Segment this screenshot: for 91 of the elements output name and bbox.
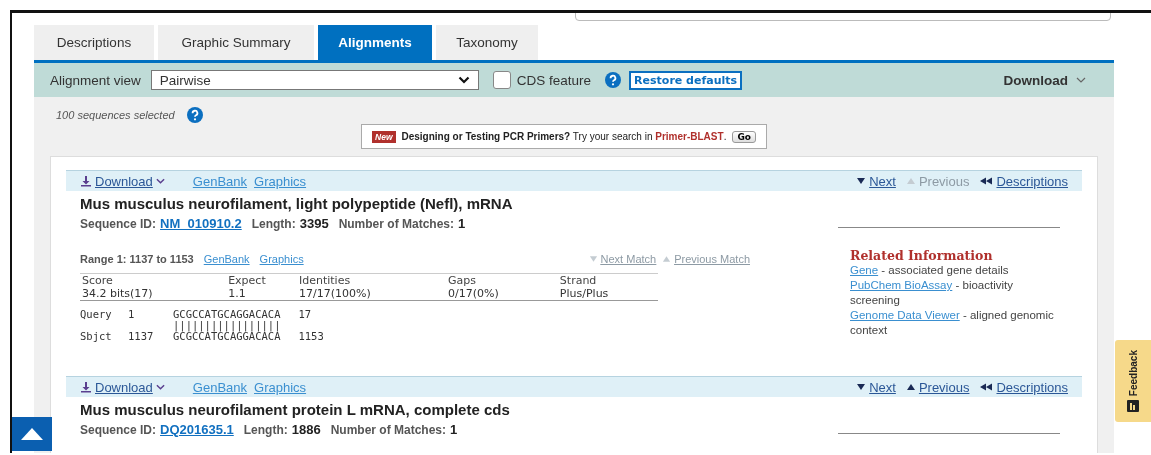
- stat-header: Score: [80, 273, 227, 287]
- help-icon: [186, 107, 203, 123]
- field-label: Sequence ID:: [80, 422, 157, 437]
- sequence-id-link[interactable]: NM_010910.2: [160, 216, 242, 231]
- next-link[interactable]: Next: [869, 173, 896, 189]
- checkbox[interactable]: [492, 71, 511, 89]
- position-number: 1137: [128, 331, 155, 342]
- stat-header: Strand: [557, 273, 658, 287]
- download-link[interactable]: Download: [80, 173, 165, 189]
- down-triangle-icon: [856, 383, 867, 391]
- stat-value: 0/17(0%): [446, 287, 558, 301]
- feedback-label: Feedback: [1127, 349, 1139, 397]
- field-label: Length:: [243, 422, 288, 437]
- down-triangle-icon: [856, 177, 867, 185]
- restore-defaults-button[interactable]: Restore defaults: [629, 70, 743, 90]
- range-label: Range 1: 1137 to 1153: [80, 253, 194, 265]
- sequence-text: GCGCCATGCAGGACACA: [173, 331, 281, 342]
- selection-count: 100 sequences selected: [56, 109, 175, 121]
- stat-value: 34.2 bits(17): [80, 287, 227, 301]
- download-icon: [80, 381, 92, 393]
- alignment-view-select[interactable]: Pairwise: [150, 70, 479, 90]
- go-button[interactable]: Go: [732, 130, 756, 143]
- related-link[interactable]: Gene: [850, 264, 879, 276]
- back-arrow-icon: [979, 177, 994, 185]
- sequence-title: Mus musculus neurofilament, light polypeptide (Nefl), mRNA: [80, 195, 514, 212]
- tab[interactable]: Descriptions: [34, 25, 154, 60]
- genbank-link[interactable]: GenBank: [192, 173, 248, 189]
- previous-match-link[interactable]: Previous Match: [674, 253, 750, 265]
- back-to-top-button[interactable]: [12, 417, 52, 451]
- up-triangle-icon: [905, 177, 916, 185]
- field-label: Alignment view: [50, 72, 141, 88]
- download-menu[interactable]: Download: [1003, 72, 1086, 88]
- new-badge: New: [372, 130, 396, 143]
- descriptions-link[interactable]: Descriptions: [996, 379, 1068, 395]
- feedback-icon: [1127, 400, 1139, 413]
- tab[interactable]: Taxonomy: [436, 25, 538, 60]
- download-link[interactable]: Download: [80, 379, 165, 395]
- up-triangle-icon: [662, 255, 672, 263]
- field-label: Length:: [251, 216, 296, 231]
- field-label: Number of Matches:: [338, 216, 454, 231]
- related-title: Related Information: [850, 248, 994, 263]
- graphics-link[interactable]: Graphics: [254, 379, 307, 395]
- up-arrow-icon: [20, 427, 44, 441]
- checkbox-label: CDS feature: [516, 72, 592, 88]
- related-link[interactable]: PubChem BioAssay: [850, 279, 953, 291]
- genbank-link[interactable]: GenBank: [192, 379, 248, 395]
- promo-text: Designing or Testing PCR Primers? Try your search in Primer-BLAST.: [401, 131, 727, 142]
- field-label: Number of Matches:: [330, 422, 447, 437]
- related-link[interactable]: Genome Data Viewer: [850, 309, 960, 321]
- stat-header: Identities: [296, 273, 447, 287]
- next-link[interactable]: Next: [869, 379, 896, 395]
- feedback-tab[interactable]: Feedback: [1115, 340, 1151, 422]
- related-entry: PubChem BioAssay - bioactivity screening: [850, 278, 1014, 308]
- genbank-link[interactable]: GenBank: [203, 253, 250, 265]
- position-number: 1: [128, 309, 136, 320]
- length-value: 1886: [291, 422, 321, 437]
- stat-value: 17/17(100%): [296, 287, 447, 301]
- tab[interactable]: Alignments: [318, 25, 432, 60]
- down-triangle-icon: [588, 255, 598, 263]
- stat-value: 1.1: [226, 287, 297, 301]
- position-number: 17: [298, 309, 312, 320]
- length-value: 3395: [299, 216, 329, 231]
- previous-link[interactable]: Previous: [918, 379, 970, 395]
- chevron-icon: [457, 76, 470, 84]
- descriptions-link[interactable]: Descriptions: [996, 173, 1068, 189]
- up-triangle-icon: [905, 383, 916, 391]
- stat-value: Plus/Plus: [557, 287, 658, 301]
- chevron-icon: [155, 384, 165, 390]
- stat-header: Expect: [226, 273, 297, 287]
- sequence-text: GCGCCATGCAGGACACA: [173, 309, 281, 320]
- download-icon: [80, 175, 92, 187]
- back-arrow-icon: [979, 383, 994, 391]
- field-label: Sequence ID:: [80, 216, 157, 231]
- chevron-icon: [155, 178, 165, 184]
- graphics-link[interactable]: Graphics: [254, 173, 307, 189]
- next-match-link[interactable]: Next Match: [600, 253, 657, 265]
- matches-value: 1: [450, 422, 458, 437]
- graphics-link[interactable]: Graphics: [259, 253, 304, 265]
- query-label: Query: [80, 309, 113, 320]
- sequence-id-link[interactable]: DQ201635.1: [160, 422, 234, 437]
- stat-header: Gaps: [446, 273, 558, 287]
- related-entry: Genome Data Viewer - aligned genomic context: [850, 308, 1055, 338]
- matches-value: 1: [458, 216, 466, 231]
- match-bars: |||||||||||||||||: [173, 320, 281, 331]
- help-icon: [605, 72, 622, 88]
- subject-label: Sbjct: [80, 331, 113, 342]
- tab[interactable]: Graphic Summary: [158, 25, 314, 60]
- chevron-icon: [1076, 77, 1086, 83]
- sequence-title: Mus musculus neurofilament protein L mRNA, complete cds: [80, 401, 511, 418]
- related-entry: Gene - associated gene details: [850, 263, 1010, 278]
- position-number: 1153: [298, 331, 324, 342]
